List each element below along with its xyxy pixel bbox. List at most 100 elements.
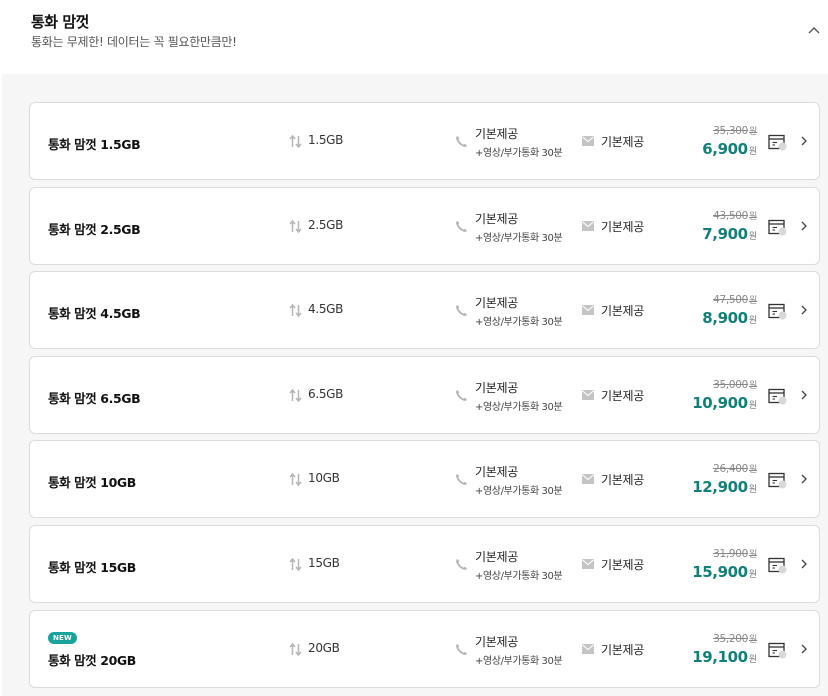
won-unit: 원 [748, 570, 757, 580]
discounted-price: 15,900 [692, 563, 748, 581]
plan-name: 통화 맘껏 6.5GB [48, 391, 141, 406]
envelope-icon [582, 305, 594, 315]
section-subtitle: 통화는 무제한! 데이터는 꼭 필요한만큼만! [31, 35, 237, 49]
phone-icon [456, 221, 467, 232]
won-unit: 원 [748, 485, 757, 495]
data-arrows-icon [289, 558, 302, 571]
price-box: 43,500원 7,900원 [647, 209, 757, 247]
data-allowance: 20GB [308, 641, 340, 655]
envelope-icon [582, 221, 594, 231]
plan-card[interactable]: 통화 맘껏 15GB 15GB 기본제공 +영상/부가통화 30분 기본제공 3… [29, 525, 820, 603]
sms-allowance: 기본제공 [601, 304, 644, 318]
phone-icon [456, 559, 467, 570]
plan-card[interactable]: NEW 통화 맘껏 20GB 20GB 기본제공 +영상/부가통화 30분 기본… [29, 610, 820, 688]
data-allowance: 2.5GB [308, 218, 344, 232]
data-allowance: 6.5GB [308, 387, 344, 401]
data-arrows-icon [289, 220, 302, 233]
compare-icon[interactable] [768, 218, 788, 237]
data-arrows-icon [289, 304, 302, 317]
data-allowance: 4.5GB [308, 302, 344, 316]
won-unit: 원 [749, 381, 757, 391]
sms-allowance: 기본제공 [601, 389, 644, 403]
won-unit: 원 [748, 147, 757, 157]
won-unit: 원 [749, 550, 757, 560]
chevron-right-icon[interactable] [800, 304, 808, 316]
phone-icon [456, 305, 467, 316]
original-price: 43,500원 [713, 210, 757, 222]
call-allowance: 기본제공 [475, 550, 518, 564]
plan-card[interactable]: 통화 맘껏 1.5GB 1.5GB 기본제공 +영상/부가통화 30분 기본제공… [29, 102, 820, 180]
call-allowance: 기본제공 [475, 465, 518, 479]
chevron-up-icon[interactable] [806, 22, 822, 38]
price-box: 35,300원 6,900원 [647, 124, 757, 162]
sms-allowance: 기본제공 [601, 558, 644, 572]
won-unit: 원 [748, 401, 757, 411]
won-unit: 원 [749, 296, 757, 306]
price-box: 35,000원 10,900원 [647, 378, 757, 416]
discounted-price: 7,900 [702, 225, 748, 243]
envelope-icon [582, 644, 594, 654]
original-price: 35,200원 [713, 633, 757, 645]
envelope-icon [582, 474, 594, 484]
compare-icon[interactable] [768, 387, 788, 406]
call-extra: +영상/부가통화 30분 [475, 656, 563, 667]
plan-card[interactable]: 통화 맘껏 2.5GB 2.5GB 기본제공 +영상/부가통화 30분 기본제공… [29, 187, 820, 265]
data-arrows-icon [289, 389, 302, 402]
data-allowance: 1.5GB [308, 133, 344, 147]
plan-name: 통화 맘껏 20GB [48, 653, 136, 668]
price-box: 31,900원 15,900원 [647, 547, 757, 585]
plan-name: 통화 맘껏 1.5GB [48, 137, 141, 152]
chevron-right-icon[interactable] [800, 220, 808, 232]
section-title: 통화 맘껏 [31, 13, 89, 31]
data-arrows-icon [289, 643, 302, 656]
chevron-right-icon[interactable] [800, 389, 808, 401]
section-header: 통화 맘껏 통화는 무제한! 데이터는 꼭 필요한만큼만! [0, 0, 828, 74]
compare-icon[interactable] [768, 302, 788, 321]
won-unit: 원 [748, 655, 757, 665]
call-extra: +영상/부가통화 30분 [475, 571, 563, 582]
won-unit: 원 [749, 465, 757, 475]
envelope-icon [582, 559, 594, 569]
plan-name: 통화 맘껏 4.5GB [48, 306, 141, 321]
sms-allowance: 기본제공 [601, 643, 644, 657]
call-extra: +영상/부가통화 30분 [475, 486, 563, 497]
won-unit: 원 [748, 316, 757, 326]
won-unit: 원 [749, 212, 757, 222]
price-box: 26,400원 12,900원 [647, 462, 757, 500]
plan-card[interactable]: 통화 맘껏 4.5GB 4.5GB 기본제공 +영상/부가통화 30분 기본제공… [29, 271, 820, 349]
compare-icon[interactable] [768, 471, 788, 490]
call-allowance: 기본제공 [475, 127, 518, 141]
envelope-icon [582, 390, 594, 400]
discounted-price: 19,100 [692, 648, 748, 666]
sms-allowance: 기본제공 [601, 473, 644, 487]
plan-name: 통화 맘껏 2.5GB [48, 222, 141, 237]
sms-allowance: 기본제공 [601, 135, 644, 149]
original-price: 35,000원 [713, 379, 757, 391]
compare-icon[interactable] [768, 133, 788, 152]
chevron-right-icon[interactable] [800, 473, 808, 485]
compare-icon[interactable] [768, 556, 788, 575]
original-price: 31,900원 [713, 548, 757, 560]
envelope-icon [582, 136, 594, 146]
discounted-price: 10,900 [692, 394, 748, 412]
chevron-right-icon[interactable] [800, 643, 808, 655]
price-box: 35,200원 19,100원 [647, 632, 757, 670]
compare-icon[interactable] [768, 641, 788, 660]
chevron-right-icon[interactable] [800, 135, 808, 147]
phone-icon [456, 136, 467, 147]
plan-name: 통화 맘껏 10GB [48, 475, 136, 490]
price-box: 47,500원 8,900원 [647, 293, 757, 331]
chevron-right-icon[interactable] [800, 558, 808, 570]
phone-icon [456, 474, 467, 485]
call-extra: +영상/부가통화 30분 [475, 233, 563, 244]
call-extra: +영상/부가통화 30분 [475, 402, 563, 413]
plan-list: 통화 맘껏 1.5GB 1.5GB 기본제공 +영상/부가통화 30분 기본제공… [2, 74, 828, 696]
plan-card[interactable]: 통화 맘껏 10GB 10GB 기본제공 +영상/부가통화 30분 기본제공 2… [29, 440, 820, 518]
won-unit: 원 [749, 127, 757, 137]
original-price: 35,300원 [713, 125, 757, 137]
discounted-price: 12,900 [692, 478, 748, 496]
discounted-price: 6,900 [702, 140, 748, 158]
plan-name: 통화 맘껏 15GB [48, 560, 136, 575]
plan-card[interactable]: 통화 맘껏 6.5GB 6.5GB 기본제공 +영상/부가통화 30분 기본제공… [29, 356, 820, 434]
sms-allowance: 기본제공 [601, 220, 644, 234]
